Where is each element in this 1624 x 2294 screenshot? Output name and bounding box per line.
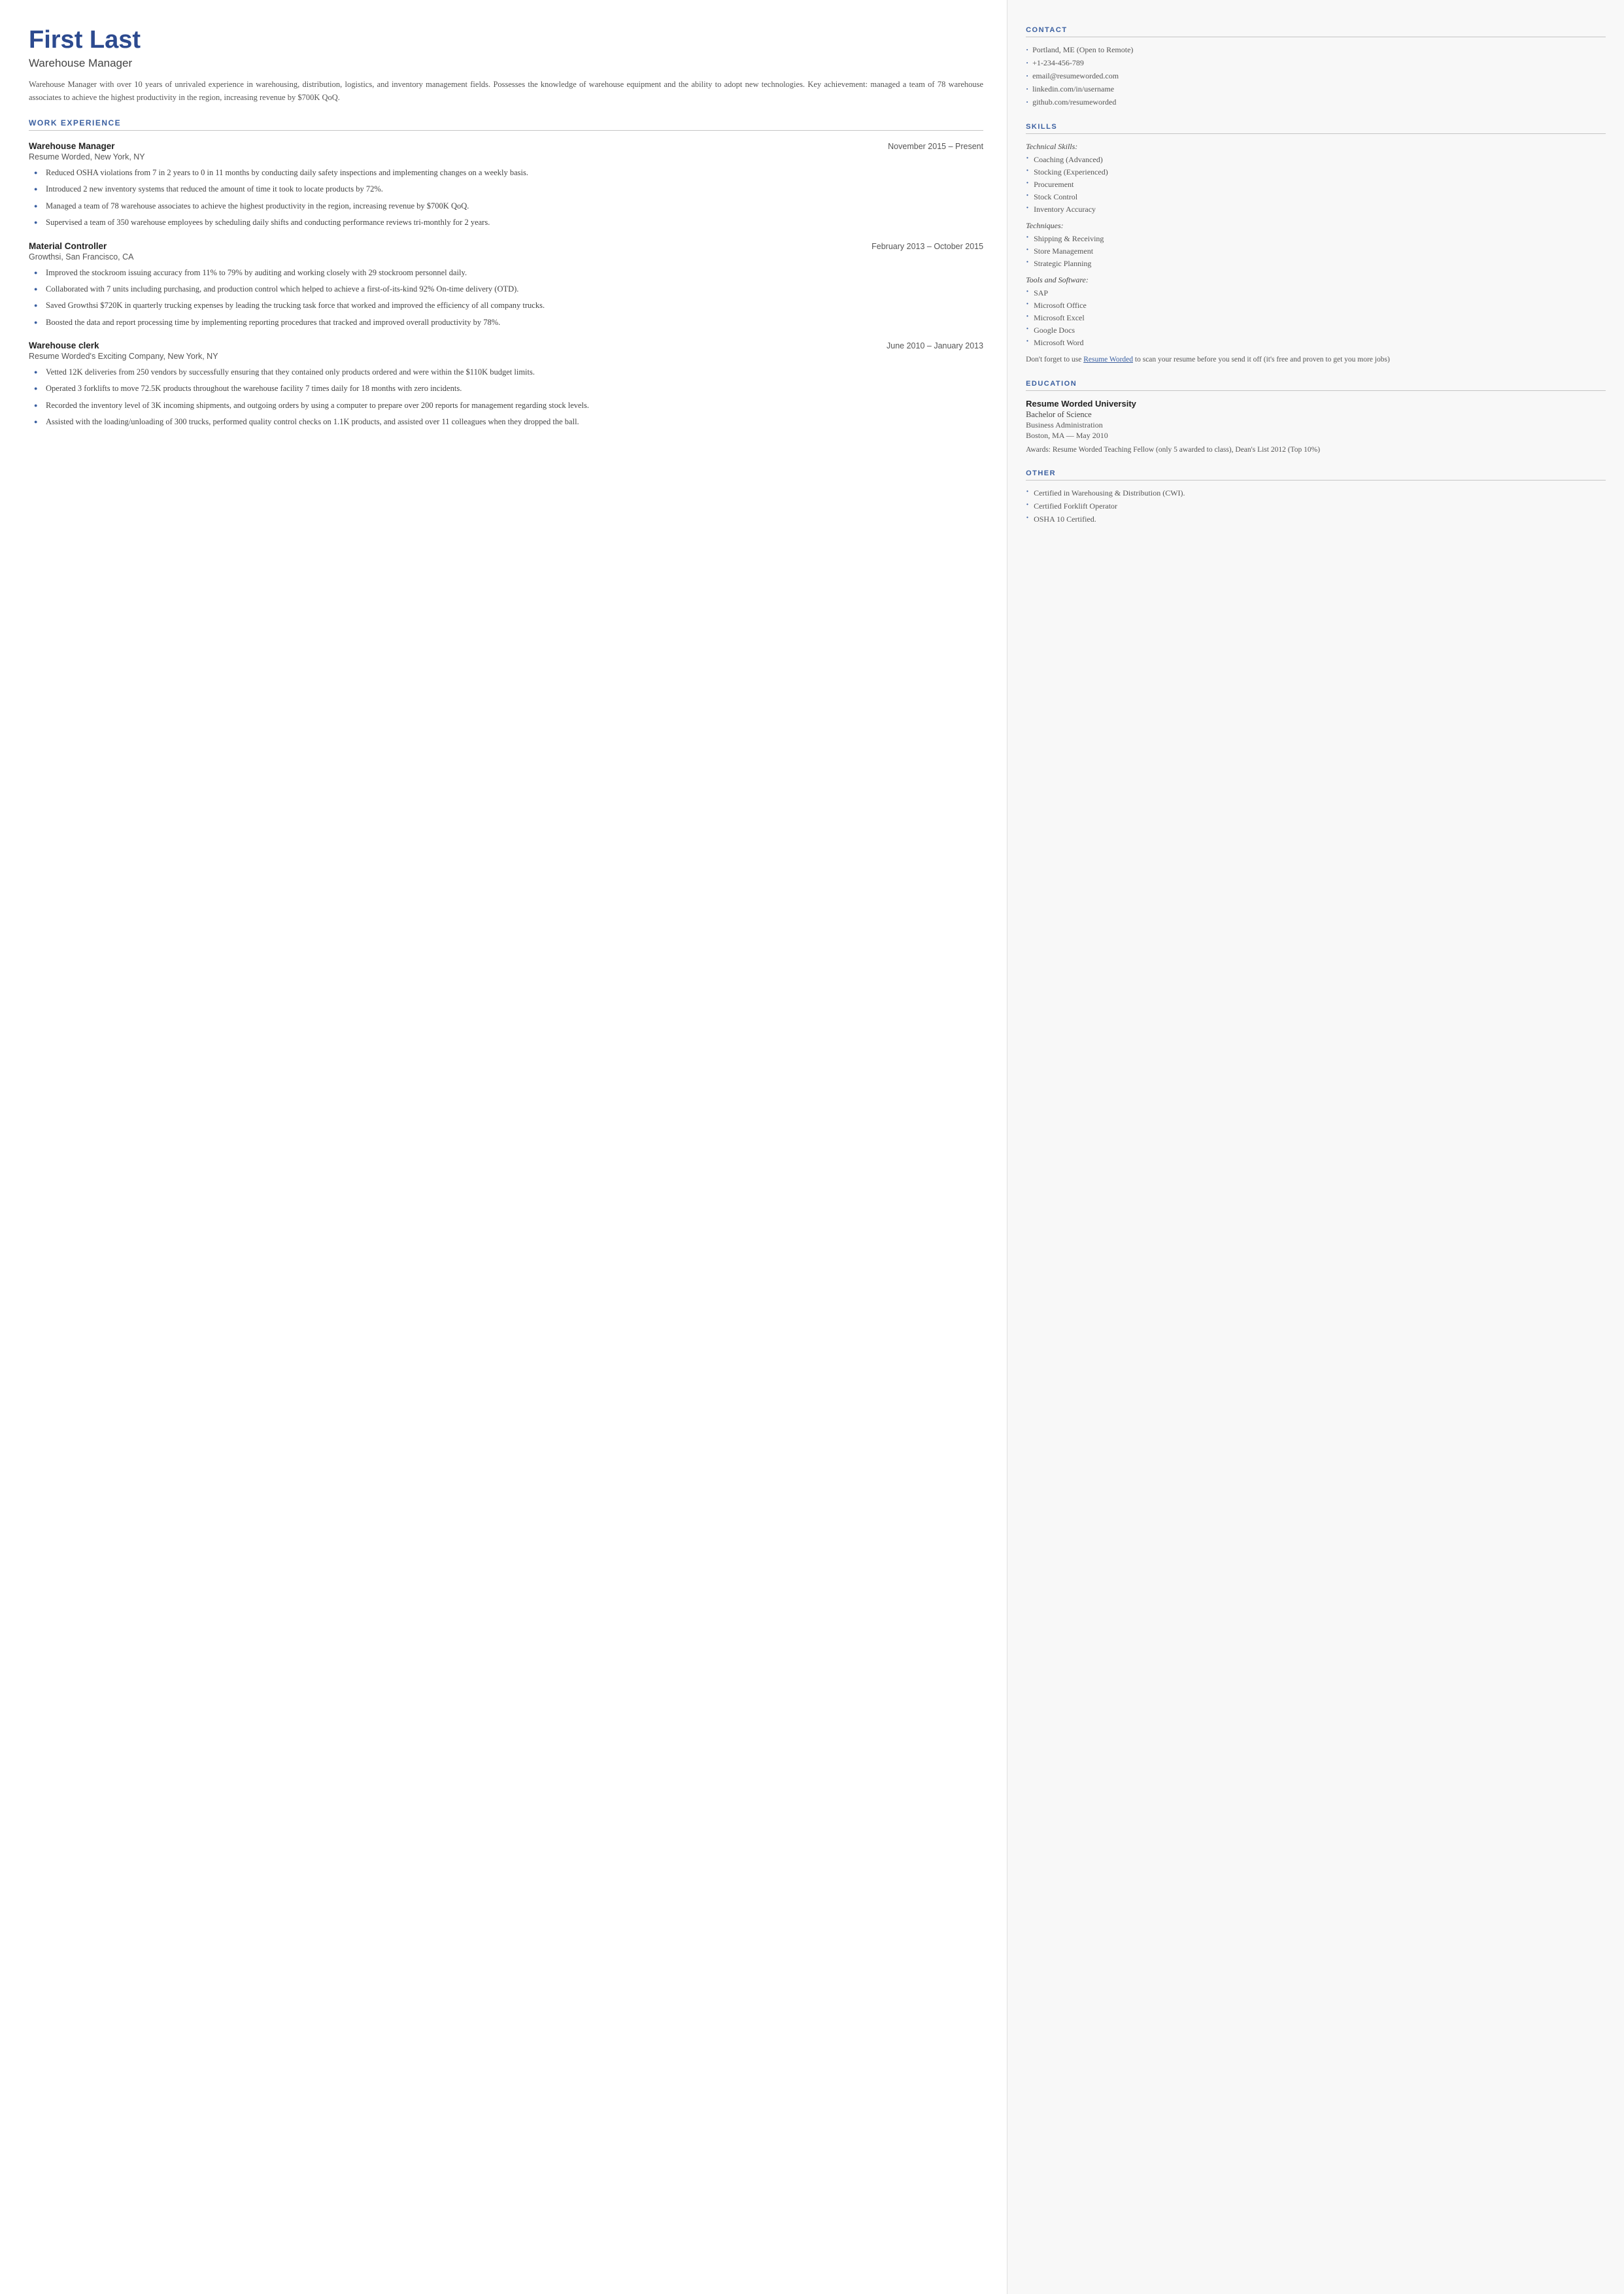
edu-school: Resume Worded University [1026,399,1606,409]
promo-note: Don't forget to use Resume Worded to sca… [1026,354,1606,365]
job-1-header: Warehouse Manager November 2015 – Presen… [29,141,983,151]
list-item: Boosted the data and report processing t… [34,316,983,329]
list-item: Google Docs [1026,326,1606,335]
list-item: Strategic Planning [1026,259,1606,269]
skills-section: SKILLS Technical Skills: Coaching (Advan… [1026,123,1606,365]
list-item: Shipping & Receiving [1026,234,1606,244]
other-list: Certified in Warehousing & Distribution … [1026,488,1606,524]
job-3-header: Warehouse clerk June 2010 – January 2013 [29,341,983,350]
job-2-title: Material Controller [29,241,107,251]
edu-degree: Bachelor of Science [1026,410,1606,420]
job-1-company: Resume Worded, New York, NY [29,152,983,161]
education-heading: EDUCATION [1026,380,1606,391]
tools-list: SAP Microsoft Office Microsoft Excel Goo… [1026,288,1606,348]
list-item: Introduced 2 new inventory systems that … [34,183,983,195]
list-item: Certified in Warehousing & Distribution … [1026,488,1606,498]
job-3-company: Resume Worded's Exciting Company, New Yo… [29,352,983,361]
list-item: Certified Forklift Operator [1026,501,1606,511]
list-item: Recorded the inventory level of 3K incom… [34,399,983,412]
job-3-title: Warehouse clerk [29,341,99,350]
work-experience-heading: WORK EXPERIENCE [29,118,983,131]
main-column: First Last Warehouse Manager Warehouse M… [0,0,1007,2294]
techniques-list: Shipping & Receiving Store Management St… [1026,234,1606,269]
work-experience-section: WORK EXPERIENCE Warehouse Manager Novemb… [29,118,983,429]
contact-email: email@resumeworded.com [1026,71,1606,81]
job-2-header: Material Controller February 2013 – Octo… [29,241,983,251]
education-section: EDUCATION Resume Worded University Bache… [1026,380,1606,456]
list-item: Inventory Accuracy [1026,205,1606,214]
other-heading: OTHER [1026,469,1606,481]
list-item: Procurement [1026,180,1606,190]
job-2-company: Growthsi, San Francisco, CA [29,252,983,261]
list-item: Microsoft Office [1026,301,1606,311]
job-3-dates: June 2010 – January 2013 [887,341,983,350]
list-item: Improved the stockroom issuing accuracy … [34,267,983,279]
promo-text-after: to scan your resume before you send it o… [1133,356,1390,363]
list-item: Stock Control [1026,192,1606,202]
technical-skills-label: Technical Skills: [1026,142,1606,152]
job-1: Warehouse Manager November 2015 – Presen… [29,141,983,229]
list-item: Reduced OSHA violations from 7 in 2 year… [34,167,983,179]
tools-label: Tools and Software: [1026,275,1606,285]
list-item: Coaching (Advanced) [1026,155,1606,165]
contact-section: CONTACT Portland, ME (Open to Remote) +1… [1026,26,1606,107]
list-item: Stocking (Experienced) [1026,167,1606,177]
job-2-bullets: Improved the stockroom issuing accuracy … [29,267,983,329]
job-1-dates: November 2015 – Present [888,142,983,151]
edu-awards: Awards: Resume Worded Teaching Fellow (o… [1026,445,1606,456]
list-item: Vetted 12K deliveries from 250 vendors b… [34,366,983,379]
list-item: SAP [1026,288,1606,298]
sidebar: CONTACT Portland, ME (Open to Remote) +1… [1007,0,1624,2294]
list-item: Microsoft Word [1026,338,1606,348]
list-item: Saved Growthsi $720K in quarterly trucki… [34,299,983,312]
list-item: Managed a team of 78 warehouse associate… [34,200,983,212]
list-item: Store Management [1026,246,1606,256]
other-section: OTHER Certified in Warehousing & Distrib… [1026,469,1606,524]
job-1-title: Warehouse Manager [29,141,115,151]
technical-skills-list: Coaching (Advanced) Stocking (Experience… [1026,155,1606,214]
list-item: Microsoft Excel [1026,313,1606,323]
resume-worded-link[interactable]: Resume Worded [1083,356,1133,363]
contact-location: Portland, ME (Open to Remote) [1026,45,1606,55]
contact-linkedin: linkedin.com/in/username [1026,84,1606,94]
contact-phone: +1-234-456-789 [1026,58,1606,68]
job-3-bullets: Vetted 12K deliveries from 250 vendors b… [29,366,983,429]
edu-field: Business Administration [1026,420,1606,430]
contact-heading: CONTACT [1026,26,1606,37]
contact-github: github.com/resumeworded [1026,97,1606,107]
job-2-dates: February 2013 – October 2015 [871,242,983,251]
techniques-label: Techniques: [1026,221,1606,231]
list-item: Collaborated with 7 units including purc… [34,283,983,295]
job-3: Warehouse clerk June 2010 – January 2013… [29,341,983,429]
promo-text-before: Don't forget to use [1026,356,1083,363]
edu-location: Boston, MA — May 2010 [1026,431,1606,441]
resume-header: First Last Warehouse Manager Warehouse M… [29,26,983,104]
list-item: Assisted with the loading/unloading of 3… [34,416,983,428]
skills-heading: SKILLS [1026,123,1606,134]
job-2: Material Controller February 2013 – Octo… [29,241,983,329]
summary-text: Warehouse Manager with over 10 years of … [29,78,983,104]
list-item: Operated 3 forklifts to move 72.5K produ… [34,382,983,395]
candidate-name: First Last [29,26,983,54]
list-item: OSHA 10 Certified. [1026,514,1606,524]
candidate-title: Warehouse Manager [29,57,983,70]
job-1-bullets: Reduced OSHA violations from 7 in 2 year… [29,167,983,229]
contact-list: Portland, ME (Open to Remote) +1-234-456… [1026,45,1606,107]
list-item: Supervised a team of 350 warehouse emplo… [34,216,983,229]
